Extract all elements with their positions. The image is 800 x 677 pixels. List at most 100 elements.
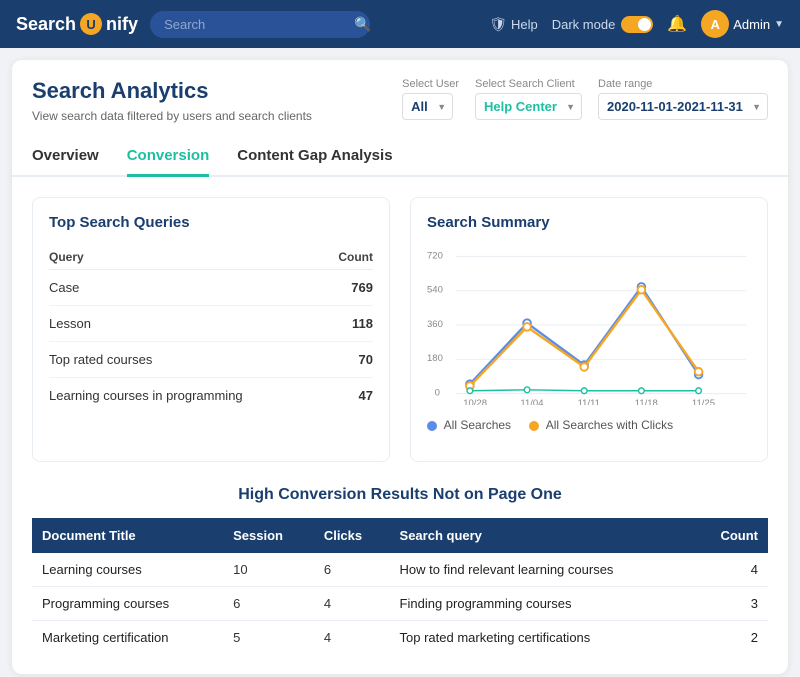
conversion-table-header: Document Title Session Clicks Search que… — [32, 518, 768, 553]
svg-text:10/28: 10/28 — [463, 398, 487, 405]
conv-count: 3 — [693, 586, 768, 620]
legend-dot-blue — [427, 421, 437, 431]
col-doc-title: Document Title — [32, 518, 223, 553]
col-clicks: Clicks — [314, 518, 390, 553]
table-row: Learning courses 10 6 How to find releva… — [32, 553, 768, 587]
top-queries-table: Query Count Case769Lesson118Top rated co… — [49, 245, 373, 413]
conv-query: Top rated marketing certifications — [390, 620, 694, 654]
conversion-table-body: Learning courses 10 6 How to find releva… — [32, 553, 768, 654]
page-header: Search Analytics View search data filter… — [12, 60, 788, 137]
conv-count: 4 — [693, 553, 768, 587]
svg-text:11/25: 11/25 — [692, 398, 715, 405]
search-summary-title: Search Summary — [427, 214, 751, 231]
query-name: Lesson — [49, 305, 324, 341]
svg-text:11/11: 11/11 — [578, 398, 600, 405]
admin-label: Admin — [733, 17, 770, 32]
query-count: 118 — [324, 305, 373, 341]
table-row: Lesson118 — [49, 305, 373, 341]
svg-text:0: 0 — [435, 387, 440, 398]
tab-overview[interactable]: Overview — [32, 137, 99, 177]
toggle-switch[interactable] — [621, 16, 653, 33]
filter-date: Date range 2020-11-01-2021-11-31 — [598, 78, 768, 120]
conv-clicks: 4 — [314, 620, 390, 654]
conv-doc: Learning courses — [32, 553, 223, 587]
logo-icon: U — [80, 13, 102, 35]
avatar: A — [701, 10, 729, 38]
top-queries-title: Top Search Queries — [49, 214, 373, 231]
tabs: Overview Conversion Content Gap Analysis — [12, 137, 788, 177]
conv-doc: Programming courses — [32, 586, 223, 620]
col-count: Count — [324, 245, 373, 270]
query-count: 47 — [324, 377, 373, 413]
col-search-query: Search query — [390, 518, 694, 553]
help-button[interactable]: 🛡 Help — [489, 16, 538, 33]
page-subtitle: View search data filtered by users and s… — [32, 108, 312, 125]
high-conversion-title: High Conversion Results Not on Page One — [32, 486, 768, 504]
svg-text:11/18: 11/18 — [635, 398, 658, 405]
filter-date-select-wrap: 2020-11-01-2021-11-31 — [598, 93, 768, 120]
search-summary-card: Search Summary 720 540 360 180 0 — [410, 197, 768, 462]
bell-icon[interactable]: 🔔 — [667, 14, 687, 34]
search-input[interactable] — [150, 11, 370, 38]
conv-session: 10 — [223, 553, 314, 587]
dark-mode-label: Dark mode — [552, 17, 616, 32]
topnav: SearchUnify 🔍 🛡 Help Dark mode 🔔 A Admin… — [0, 0, 800, 48]
svg-text:11/04: 11/04 — [520, 398, 544, 405]
conv-count: 2 — [693, 620, 768, 654]
logo: SearchUnify — [16, 13, 138, 35]
legend-label-searches: All Searches — [444, 418, 511, 432]
top-queries-card: Top Search Queries Query Count Case769Le… — [32, 197, 390, 462]
filter-user-select[interactable]: All — [402, 93, 453, 120]
dashboard-grid: Top Search Queries Query Count Case769Le… — [32, 197, 768, 462]
chart-legend: All Searches All Searches with Clicks — [427, 418, 751, 432]
search-icon: 🔍 — [354, 16, 371, 33]
toggle-dot — [638, 18, 651, 31]
query-name: Learning courses in programming — [49, 377, 324, 413]
query-name: Top rated courses — [49, 341, 324, 377]
tab-content: Top Search Queries Query Count Case769Le… — [12, 177, 788, 674]
legend-dot-orange — [529, 421, 539, 431]
filters: Select User All Select Search Client Hel… — [402, 78, 768, 120]
top-queries-body: Case769Lesson118Top rated courses70Learn… — [49, 269, 373, 413]
col-session: Session — [223, 518, 314, 553]
conv-doc: Marketing certification — [32, 620, 223, 654]
conv-clicks: 6 — [314, 553, 390, 587]
conv-clicks: 4 — [314, 586, 390, 620]
page-title: Search Analytics — [32, 78, 312, 104]
filter-user-label: Select User — [402, 78, 459, 90]
conv-session: 6 — [223, 586, 314, 620]
conv-session: 5 — [223, 620, 314, 654]
admin-chevron: ▼ — [774, 19, 784, 30]
admin-menu[interactable]: A Admin ▼ — [701, 10, 784, 38]
filter-client-label: Select Search Client — [475, 78, 582, 90]
chart-svg: 720 540 360 180 0 10/28 11/04 — [427, 245, 751, 405]
tab-content-gap[interactable]: Content Gap Analysis — [237, 137, 392, 177]
legend-all-searches-clicks: All Searches with Clicks — [529, 418, 673, 432]
svg-text:360: 360 — [427, 319, 443, 330]
query-name: Case — [49, 269, 324, 305]
query-count: 769 — [324, 269, 373, 305]
help-icon: 🛡 — [489, 16, 507, 33]
filter-user: Select User All — [402, 78, 459, 120]
high-conversion-section: High Conversion Results Not on Page One … — [32, 486, 768, 654]
conversion-table: Document Title Session Clicks Search que… — [32, 518, 768, 654]
svg-text:720: 720 — [427, 250, 443, 261]
svg-text:180: 180 — [427, 353, 443, 364]
legend-all-searches: All Searches — [427, 418, 511, 432]
query-count: 70 — [324, 341, 373, 377]
table-row: Top rated courses70 — [49, 341, 373, 377]
chart-area: 720 540 360 180 0 10/28 11/04 — [427, 245, 751, 445]
filter-date-select[interactable]: 2020-11-01-2021-11-31 — [598, 93, 768, 120]
nav-right: 🛡 Help Dark mode 🔔 A Admin ▼ — [489, 10, 784, 38]
filter-client-select[interactable]: Help Center — [475, 93, 582, 120]
table-row: Learning courses in programming47 — [49, 377, 373, 413]
filter-date-label: Date range — [598, 78, 768, 90]
page-wrapper: Search Analytics View search data filter… — [12, 60, 788, 674]
tab-conversion[interactable]: Conversion — [127, 137, 210, 177]
conv-query: Finding programming courses — [390, 586, 694, 620]
col-query: Query — [49, 245, 324, 270]
filter-user-select-wrap: All — [402, 93, 453, 120]
dark-mode-toggle[interactable]: Dark mode — [552, 16, 654, 33]
legend-label-clicks: All Searches with Clicks — [546, 418, 673, 432]
svg-text:540: 540 — [427, 284, 443, 295]
